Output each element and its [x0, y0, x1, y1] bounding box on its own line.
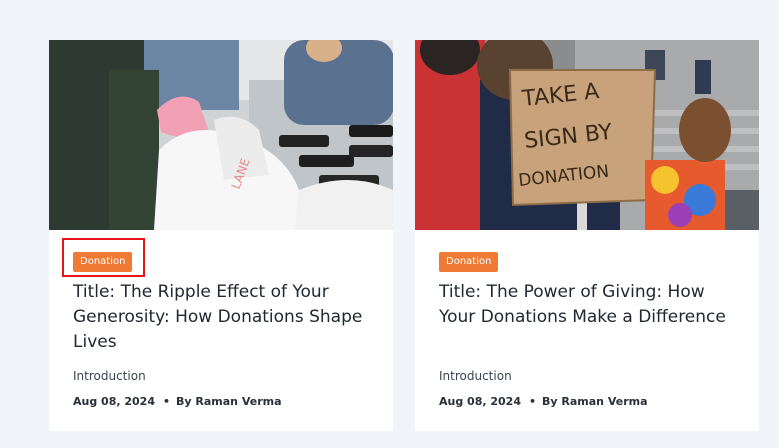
blog-card-title[interactable]: Title: The Ripple Effect of Your Generos…: [73, 280, 373, 355]
category-badge[interactable]: Donation: [73, 252, 133, 272]
category-badge[interactable]: Donation: [439, 252, 499, 272]
post-date: Aug 08, 2024: [73, 395, 155, 408]
blog-card-excerpt: Introduction: [73, 369, 146, 383]
blog-card-image[interactable]: TAKE A SIGN BY DONATION: [415, 40, 759, 230]
blog-card[interactable]: TAKE A SIGN BY DONATION Donation Title: …: [415, 40, 759, 431]
blog-card-excerpt: Introduction: [439, 369, 512, 383]
meta-separator: •: [528, 395, 537, 408]
blog-card-meta: Aug 08, 2024 • By Raman Verma: [439, 395, 648, 408]
blog-card-meta: Aug 08, 2024 • By Raman Verma: [73, 395, 282, 408]
meta-separator: •: [162, 395, 171, 408]
blog-card-image[interactable]: LANE: [49, 40, 393, 230]
blog-card[interactable]: LANE Donation Title: The Ripple Effect o…: [49, 40, 393, 431]
post-author[interactable]: By Raman Verma: [542, 395, 648, 408]
blog-card-title[interactable]: Title: The Power of Giving: How Your Don…: [439, 280, 739, 330]
blog-grid: LANE Donation Title: The Ripple Effect o…: [0, 0, 779, 448]
post-date: Aug 08, 2024: [439, 395, 521, 408]
post-author[interactable]: By Raman Verma: [176, 395, 282, 408]
